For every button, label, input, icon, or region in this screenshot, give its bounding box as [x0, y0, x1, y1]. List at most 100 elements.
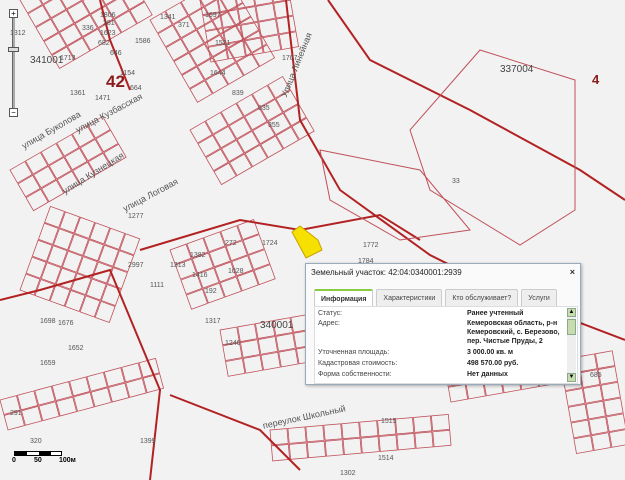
- parcel[interactable]: [565, 388, 586, 407]
- parcel[interactable]: [342, 437, 362, 456]
- parcel[interactable]: [591, 432, 612, 451]
- parcel[interactable]: [173, 52, 197, 76]
- parcel[interactable]: [378, 434, 398, 452]
- parcel[interactable]: [220, 102, 244, 126]
- parcel[interactable]: [43, 32, 67, 56]
- parcel[interactable]: [229, 153, 253, 177]
- parcel[interactable]: [51, 9, 75, 33]
- parcel[interactable]: [213, 162, 237, 186]
- parcel[interactable]: [27, 4, 51, 28]
- parcel[interactable]: [79, 138, 104, 162]
- parcel[interactable]: [324, 439, 344, 457]
- parcel[interactable]: [278, 31, 300, 51]
- parcel[interactable]: [243, 37, 264, 57]
- parcel[interactable]: [240, 339, 261, 358]
- parcel[interactable]: [237, 323, 258, 343]
- parcel[interactable]: [205, 148, 229, 172]
- parcel[interactable]: [242, 354, 264, 374]
- parcel[interactable]: [594, 350, 616, 369]
- parcel[interactable]: [181, 29, 205, 53]
- parcel[interactable]: [287, 426, 307, 444]
- parcel[interactable]: [17, 174, 41, 198]
- parcel[interactable]: [600, 381, 621, 401]
- parcel[interactable]: [570, 419, 591, 439]
- scrollbar[interactable]: ▲ ▼: [567, 308, 576, 382]
- parcel[interactable]: [236, 93, 260, 117]
- parcel[interactable]: [213, 125, 237, 149]
- parcel[interactable]: [113, 10, 138, 33]
- close-icon[interactable]: ×: [570, 267, 575, 277]
- parcel[interactable]: [278, 348, 299, 368]
- parcel[interactable]: [43, 0, 67, 19]
- parcel[interactable]: [56, 133, 80, 157]
- parcel[interactable]: [588, 416, 609, 436]
- parcel[interactable]: [319, 149, 471, 241]
- parcel[interactable]: [414, 431, 434, 449]
- parcel[interactable]: [275, 126, 300, 150]
- parcel[interactable]: [360, 436, 380, 454]
- parcel[interactable]: [413, 415, 433, 433]
- parcel[interactable]: [189, 120, 213, 144]
- parcel[interactable]: [252, 0, 273, 6]
- selected-parcel-highlight[interactable]: [291, 225, 323, 259]
- parcel[interactable]: [585, 400, 606, 420]
- parcel[interactable]: [260, 351, 281, 371]
- parcel[interactable]: [430, 413, 451, 432]
- parcel[interactable]: [573, 435, 594, 455]
- parcel[interactable]: [447, 383, 469, 403]
- parcel[interactable]: [359, 420, 379, 438]
- scroll-down-icon[interactable]: ▼: [567, 373, 576, 382]
- parcel[interactable]: [48, 156, 72, 180]
- parcel[interactable]: [59, 23, 83, 47]
- parcel[interactable]: [221, 139, 245, 163]
- scroll-thumb[interactable]: [567, 319, 576, 335]
- zoom-slider[interactable]: + −: [8, 9, 19, 117]
- parcel[interactable]: [409, 49, 576, 246]
- parcel[interactable]: [41, 179, 65, 203]
- parcel[interactable]: [64, 147, 88, 171]
- zoom-thumb[interactable]: [8, 47, 19, 52]
- parcel[interactable]: [251, 84, 276, 108]
- parcel[interactable]: [19, 0, 43, 14]
- tab-characteristics[interactable]: Характеристики: [376, 289, 443, 306]
- parcel[interactable]: [323, 423, 343, 441]
- parcel[interactable]: [197, 134, 221, 158]
- parcel[interactable]: [261, 34, 282, 54]
- parcel[interactable]: [258, 18, 279, 38]
- parcel[interactable]: [396, 433, 416, 451]
- parcel[interactable]: [181, 66, 205, 89]
- zoom-out-button[interactable]: −: [9, 108, 18, 117]
- parcel[interactable]: [129, 1, 153, 24]
- parcel[interactable]: [306, 440, 326, 459]
- parcel[interactable]: [257, 336, 279, 355]
- scroll-up-icon[interactable]: ▲: [567, 308, 576, 317]
- parcel[interactable]: [205, 111, 229, 135]
- parcel[interactable]: [288, 442, 309, 460]
- parcel[interactable]: [189, 80, 213, 103]
- parcel[interactable]: [608, 429, 625, 448]
- zoom-in-button[interactable]: +: [9, 9, 18, 18]
- parcel[interactable]: [341, 421, 361, 440]
- parcel[interactable]: [66, 0, 90, 24]
- parcel[interactable]: [235, 16, 260, 40]
- parcel[interactable]: [606, 413, 625, 433]
- parcel[interactable]: [582, 384, 604, 404]
- parcel[interactable]: [220, 9, 241, 28]
- parcel[interactable]: [33, 165, 57, 189]
- parcel[interactable]: [157, 24, 181, 48]
- parcel[interactable]: [40, 142, 64, 166]
- parcel[interactable]: [567, 403, 589, 423]
- parcel[interactable]: [275, 332, 296, 352]
- parcel[interactable]: [25, 188, 49, 212]
- parcel[interactable]: [275, 15, 297, 35]
- parcel[interactable]: [273, 0, 294, 19]
- parcel[interactable]: [236, 130, 260, 154]
- parcel[interactable]: [291, 117, 315, 141]
- parcel[interactable]: [228, 116, 252, 140]
- parcel[interactable]: [603, 397, 624, 417]
- parcel[interactable]: [305, 424, 325, 443]
- parcel[interactable]: [283, 103, 307, 127]
- tab-who-serves[interactable]: Кто обслуживает?: [445, 289, 519, 306]
- parcel[interactable]: [240, 21, 261, 41]
- tab-info[interactable]: Информация: [314, 289, 374, 306]
